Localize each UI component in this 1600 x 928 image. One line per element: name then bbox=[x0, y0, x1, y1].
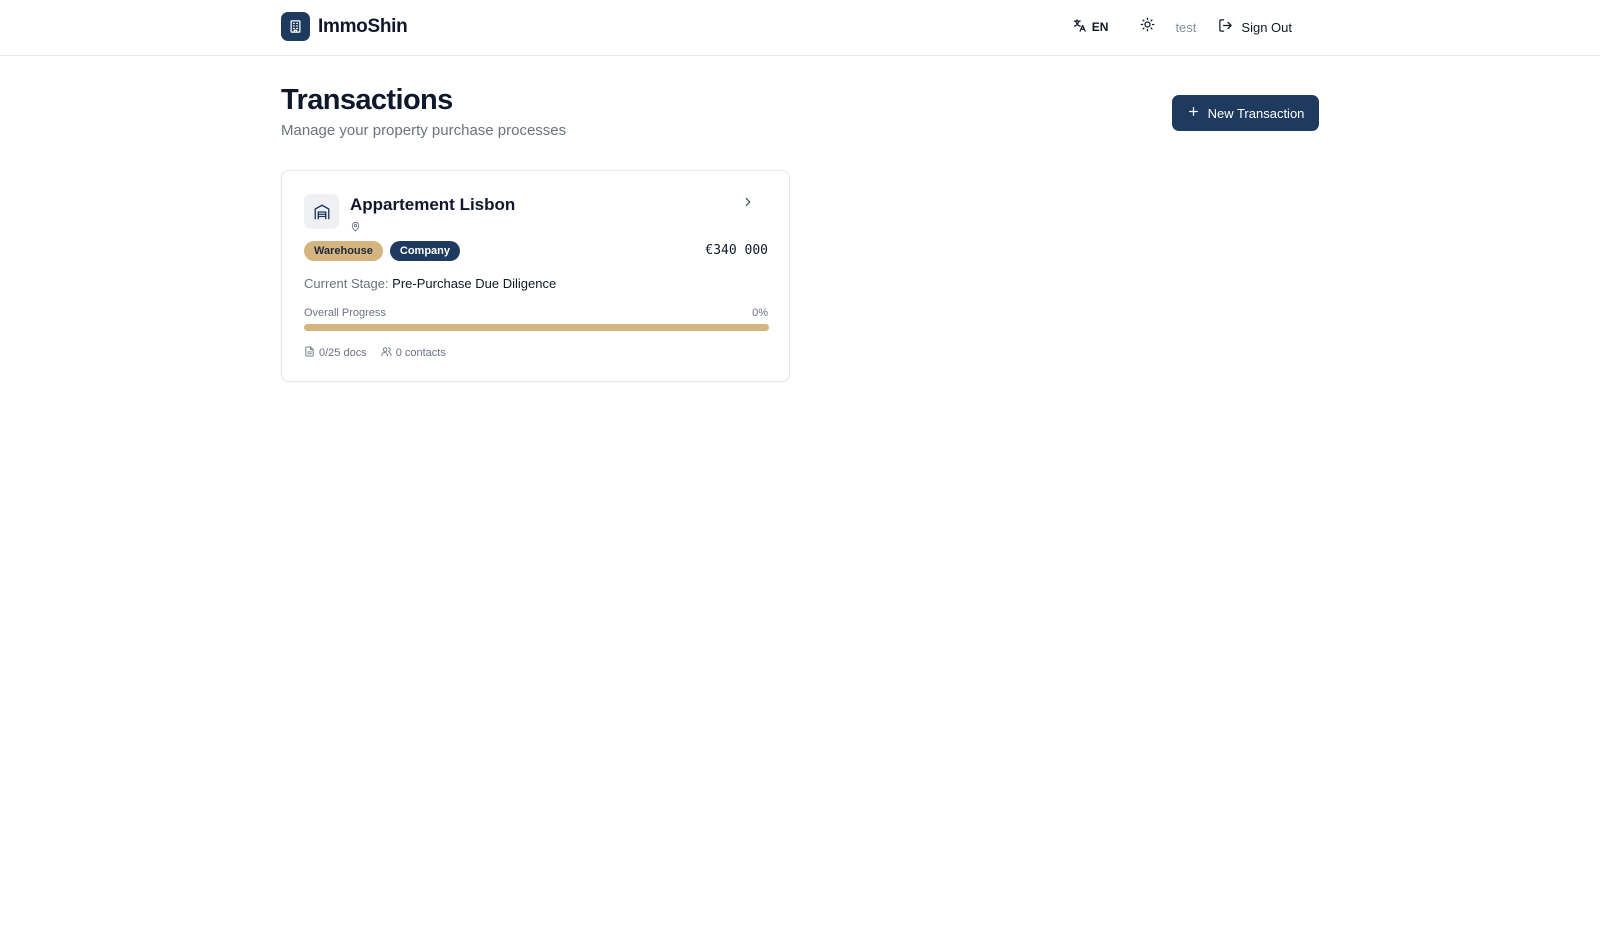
plus-icon bbox=[1187, 105, 1200, 121]
stage-label: Current Stage: bbox=[304, 276, 389, 291]
theme-toggle-button[interactable] bbox=[1140, 17, 1155, 37]
app-name: ImmoShin bbox=[318, 15, 408, 37]
chevron-right-icon[interactable] bbox=[741, 195, 755, 214]
progress-percent: 0% bbox=[752, 307, 768, 319]
file-icon bbox=[304, 346, 315, 360]
building-icon bbox=[281, 12, 310, 41]
current-stage: Current Stage: Pre-Purchase Due Diligenc… bbox=[304, 276, 556, 291]
map-pin-icon bbox=[350, 219, 361, 237]
transaction-card[interactable]: Appartement Lisbon Warehouse Company €34… bbox=[281, 170, 790, 382]
page-subtitle: Manage your property purchase processes bbox=[281, 122, 567, 139]
user-name: test bbox=[1175, 19, 1197, 35]
new-transaction-button[interactable]: New Transaction bbox=[1172, 95, 1319, 131]
transaction-title: Appartement Lisbon bbox=[350, 195, 516, 214]
tag-company: Company bbox=[389, 241, 461, 261]
sun-icon bbox=[1140, 17, 1155, 37]
tag-list: Warehouse Company bbox=[304, 241, 461, 261]
language-switcher[interactable]: EN bbox=[1072, 18, 1109, 36]
log-out-icon bbox=[1218, 18, 1233, 36]
progress-bar bbox=[304, 324, 769, 331]
brand[interactable]: ImmoShin bbox=[281, 12, 408, 41]
warehouse-icon bbox=[304, 194, 339, 229]
header-actions: EN test Sign Out bbox=[1072, 16, 1292, 38]
docs-label: 0/25 docs bbox=[319, 347, 367, 359]
transaction-meta: 0/25 docs 0 contacts bbox=[304, 346, 446, 360]
translate-icon bbox=[1072, 18, 1087, 36]
tag-warehouse: Warehouse bbox=[304, 241, 383, 261]
users-icon bbox=[381, 346, 392, 360]
stage-value: Pre-Purchase Due Diligence bbox=[392, 276, 557, 291]
sign-out-label: Sign Out bbox=[1241, 19, 1292, 35]
page-title: Transactions bbox=[281, 84, 453, 116]
contacts-count: 0 contacts bbox=[381, 346, 446, 360]
contacts-label: 0 contacts bbox=[395, 347, 446, 359]
docs-count: 0/25 docs bbox=[304, 346, 367, 360]
new-transaction-label: New Transaction bbox=[1207, 105, 1305, 121]
transaction-price: €340 000 bbox=[705, 243, 768, 258]
language-label: EN bbox=[1091, 20, 1109, 34]
progress-label: Overall Progress bbox=[304, 307, 386, 319]
sign-out-button[interactable]: Sign Out bbox=[1218, 18, 1292, 36]
top-navigation-bar: ImmoShin EN test Sign Out bbox=[0, 0, 1600, 56]
